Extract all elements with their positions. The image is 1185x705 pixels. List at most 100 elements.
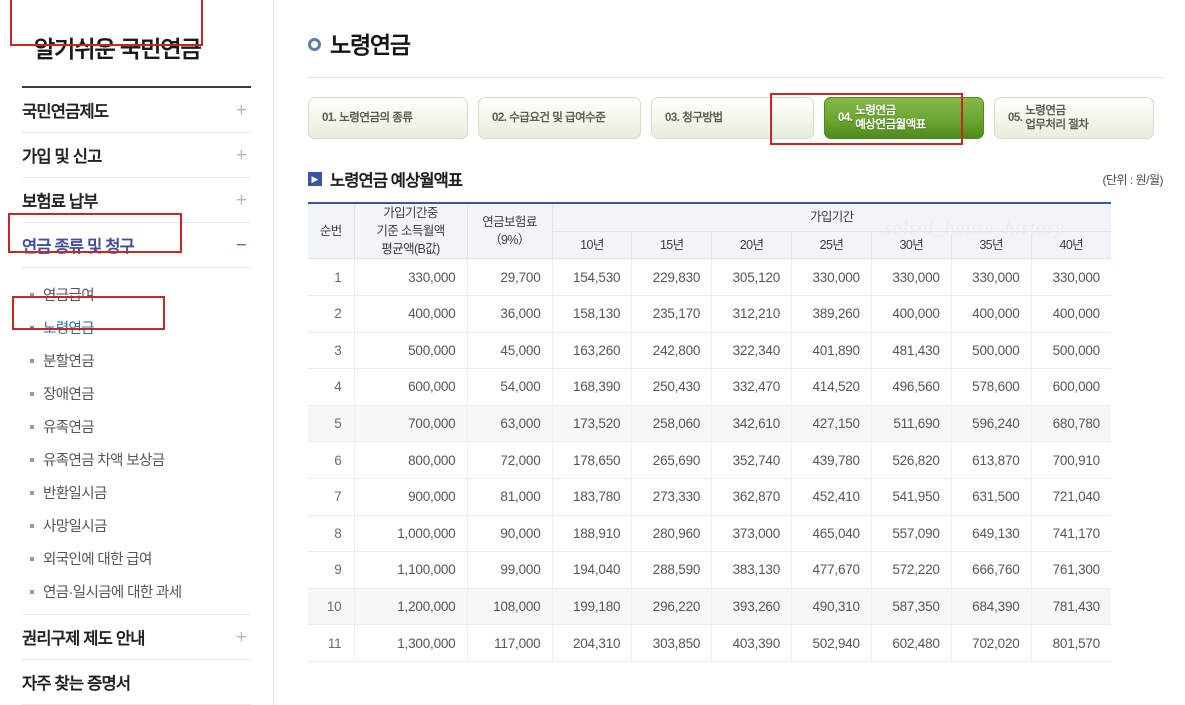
sidebar: 알기쉬운 국민연금 국민연금제도 + 가입 및 신고 + 보험료 납부 + 연금…: [0, 0, 274, 705]
sidebar-item-join-report[interactable]: 가입 및 신고 +: [22, 133, 251, 178]
cell-premium: 72,000: [467, 441, 553, 479]
sidebar-subitem-label: 사망일시금: [43, 519, 107, 535]
cell-b-value: 330,000: [354, 258, 468, 296]
sidebar-item-label: 보험료 납부: [22, 193, 98, 211]
sidebar-subitem-survivor-pension[interactable]: 유족연금: [30, 410, 251, 443]
cell-year-40년: 700,910: [1031, 441, 1111, 479]
cell-year-30년: 496,560: [871, 368, 952, 406]
cell-year-20년: 393,260: [711, 588, 793, 626]
cell-premium: 108,000: [467, 588, 553, 626]
tab-label: 수급요건 및 급여수준: [509, 111, 606, 124]
cell-year-35년: 631,500: [951, 478, 1032, 516]
cell-year-40년: 781,430: [1031, 588, 1111, 626]
sidebar-item-pension-system[interactable]: 국민연금제도 +: [22, 88, 251, 133]
tab-number: 04.: [838, 111, 853, 124]
table-header-row-group: 순번 가입기간중 기준 소득월액 평균액(B값) 연금보험료 （9%） 가입기간: [308, 203, 1111, 260]
sidebar-subitem-label: 연금급여: [43, 288, 95, 304]
cell-year-25년: 427,150: [791, 405, 872, 443]
sidebar-subitem-foreigner-benefit[interactable]: 외국인에 대한 급여: [30, 542, 251, 575]
cell-sequence: 3: [308, 332, 355, 370]
cell-year-35년: 649,130: [951, 515, 1032, 553]
bullet-icon: [30, 490, 34, 495]
table-row: 8 1,000,000 90,000 188,910 280,960 373,000 465…: [308, 515, 1111, 553]
sidebar-item-frequent-certificates[interactable]: 자주 찾는 증명서: [22, 660, 251, 705]
sidebar-subitem-label: 노령연금: [43, 321, 95, 337]
cell-year-20년: 305,120: [711, 258, 793, 296]
sidebar-brand-title: 알기쉬운 국민연금: [34, 36, 202, 62]
sidebar-subitem-death-lumpsum[interactable]: 사망일시금: [30, 509, 251, 542]
sidebar-subitem-lumpsum-refund[interactable]: 반환일시금: [30, 476, 251, 509]
cell-year-30년: 526,820: [871, 441, 952, 479]
blue-arrow-square-icon: ▶: [308, 172, 322, 186]
th-b-value-line3: 평균액(B값): [381, 242, 440, 257]
cell-year-40년: 680,780: [1031, 405, 1111, 443]
cell-sequence: 4: [308, 368, 355, 406]
cell-sequence: 8: [308, 515, 355, 553]
table-row: 4 600,000 54,000 168,390 250,430 332,470 414,5…: [308, 368, 1111, 406]
sidebar-item-label: 국민연금제도: [22, 103, 109, 121]
tab-label: 노령연금의 종류: [339, 111, 413, 124]
tab-expected-monthly-table[interactable]: 04. 노령연금 예상연금월액표: [824, 97, 984, 139]
sidebar-subitem-disability-pension[interactable]: 장애연금: [30, 377, 251, 410]
sidebar-subitem-pension-benefit[interactable]: 연금급여: [30, 278, 251, 311]
cell-year-25년: 389,260: [791, 295, 872, 333]
sidebar-item-label: 가입 및 신고: [22, 148, 102, 166]
cell-b-value: 700,000: [354, 405, 468, 443]
page-title: 노령연금: [330, 32, 411, 58]
bullet-icon: [30, 424, 34, 429]
tab-label: 노령연금 업무처리 절차: [1025, 104, 1089, 131]
table-row: 1 330,000 29,700 154,530 229,830 305,120 330,0…: [308, 258, 1111, 296]
cell-sequence: 5: [308, 405, 355, 443]
tab-pension-types[interactable]: 01. 노령연금의 종류: [308, 97, 468, 139]
cell-b-value: 1,300,000: [354, 624, 468, 662]
bullet-icon: [30, 556, 34, 561]
cell-year-30년: 481,430: [871, 332, 952, 370]
cell-year-10년: 199,180: [552, 588, 633, 626]
tab-number: 05.: [1008, 111, 1023, 124]
sidebar-item-premium-payment[interactable]: 보험료 납부 +: [22, 178, 251, 223]
table-row: 2 400,000 36,000 158,130 235,170 312,210 389,2…: [308, 295, 1111, 333]
tab-processing-procedure[interactable]: 05. 노령연금 업무처리 절차: [994, 97, 1154, 139]
cell-b-value: 1,000,000: [354, 515, 468, 553]
sidebar-subitem-label: 분할연금: [43, 354, 95, 370]
cell-year-40년: 801,570: [1031, 624, 1111, 662]
cell-year-40년: 761,300: [1031, 551, 1111, 589]
cell-year-30년: 400,000: [871, 295, 952, 333]
ring-icon: [308, 38, 321, 51]
sidebar-subitem-old-age-pension[interactable]: 노령연금: [30, 311, 251, 344]
sidebar-item-pension-types-claim[interactable]: 연금 종류 및 청구 −: [22, 223, 251, 268]
cell-year-25년: 439,780: [791, 441, 872, 479]
cell-premium: 99,000: [467, 551, 553, 589]
cell-year-40년: 500,000: [1031, 332, 1111, 370]
cell-year-15년: 296,220: [631, 588, 713, 626]
cell-year-20년: 403,390: [711, 624, 793, 662]
table-head: 순번 가입기간중 기준 소득월액 평균액(B값) 연금보험료 （9%） 가입기간: [308, 203, 1111, 260]
sidebar-subitem-label: 연금·일시금에 대한 과세: [43, 585, 182, 601]
sidebar-subitem-split-pension[interactable]: 분할연금: [30, 344, 251, 377]
sidebar-item-rights-relief[interactable]: 권리구제 제도 안내 +: [22, 615, 251, 660]
sidebar-menu: 국민연금제도 + 가입 및 신고 + 보험료 납부 + 연금 종류 및 청구 −: [22, 88, 251, 268]
cell-year-25년: 502,940: [791, 624, 872, 662]
page-root: 알기쉬운 국민연금 국민연금제도 + 가입 및 신고 + 보험료 납부 + 연금…: [0, 0, 1185, 705]
tab-eligibility-benefit-level[interactable]: 02. 수급요건 및 급여수준: [478, 97, 641, 139]
cell-year-40년: 721,040: [1031, 478, 1111, 516]
sidebar-subitem-survivor-difference-compensation[interactable]: 유족연금 차액 보상금: [30, 443, 251, 476]
cell-year-40년: 600,000: [1031, 368, 1111, 406]
cell-premium: 81,000: [467, 478, 553, 516]
cell-year-10년: 163,260: [552, 332, 633, 370]
sidebar-subitem-pension-taxation[interactable]: 연금·일시금에 대한 과세: [30, 575, 251, 608]
tab-claim-method[interactable]: 03. 청구방법: [651, 97, 814, 139]
cell-year-15년: 273,330: [631, 478, 713, 516]
cell-year-20년: 312,210: [711, 295, 793, 333]
page-header: 노령연금: [308, 26, 1163, 60]
bullet-icon: [30, 391, 34, 396]
tab-label: 노령연금 예상연금월액표: [855, 104, 926, 131]
cell-year-15년: 265,690: [631, 441, 713, 479]
cell-sequence: 6: [308, 441, 355, 479]
cell-year-15년: 288,590: [631, 551, 713, 589]
cell-sequence: 2: [308, 295, 355, 333]
cell-b-value: 600,000: [354, 368, 468, 406]
cell-premium: 29,700: [467, 258, 553, 296]
plus-icon: +: [235, 626, 247, 648]
th-b-value: 가입기간중 기준 소득월액 평균액(B값): [354, 203, 468, 260]
